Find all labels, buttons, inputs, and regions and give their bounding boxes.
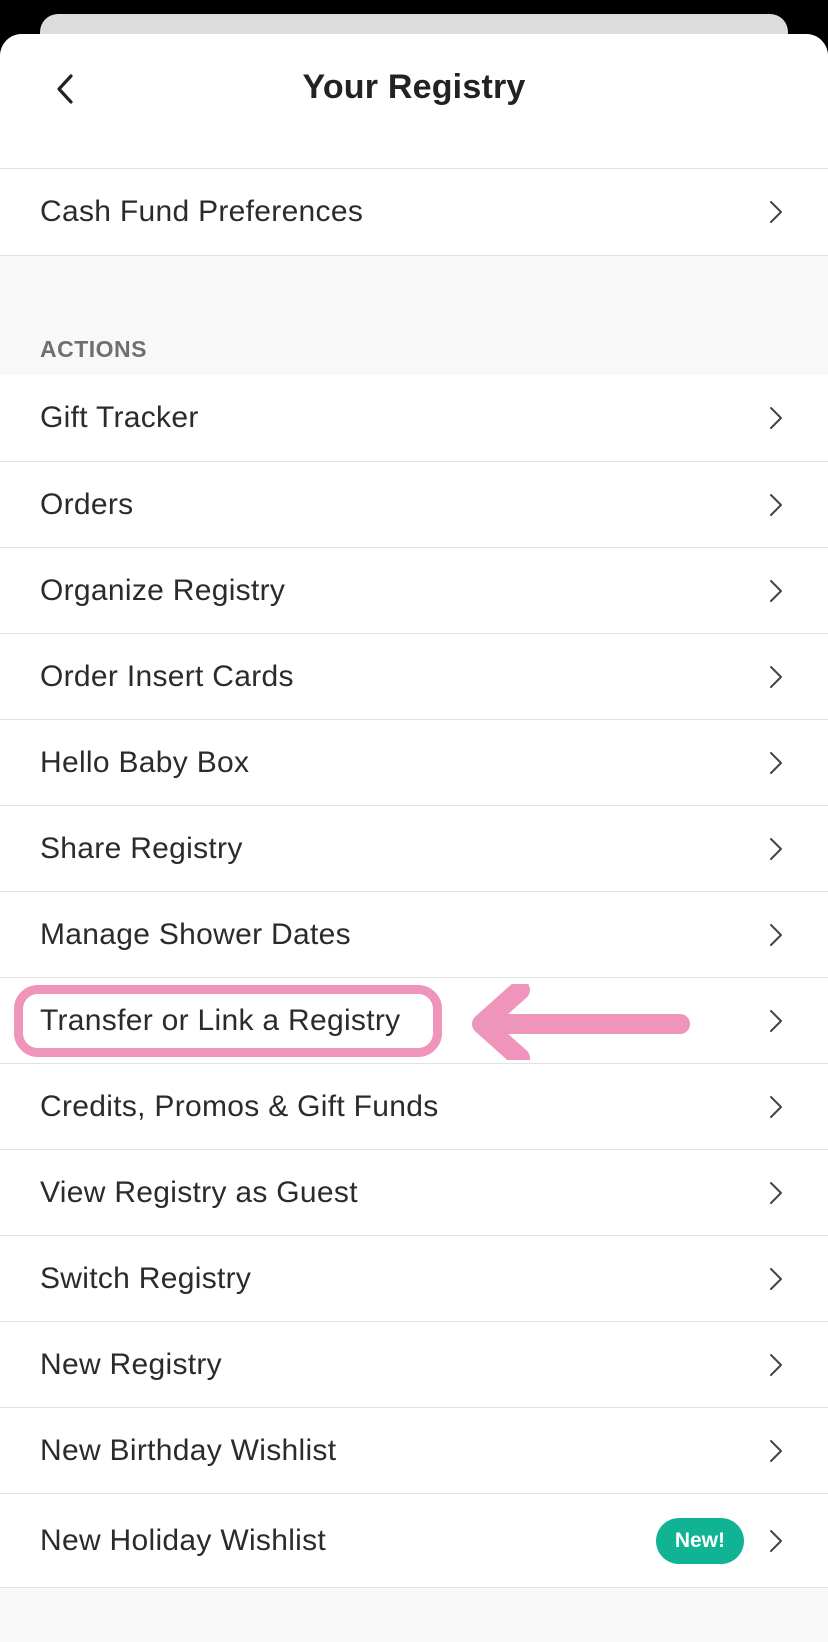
menu-item-switch-registry[interactable]: Switch Registry <box>0 1235 828 1321</box>
chevron-right-icon <box>770 1529 782 1552</box>
menu-item-new-registry[interactable]: New Registry <box>0 1321 828 1407</box>
menu-item-gift-tracker[interactable]: Gift Tracker <box>0 375 828 461</box>
menu-item-label: Hello Baby Box <box>40 745 250 779</box>
pointer-arrow-icon <box>472 984 690 1060</box>
chevron-right-icon <box>770 923 782 946</box>
chevron-right-icon <box>770 837 782 860</box>
menu-item-label: View Registry as Guest <box>40 1175 358 1209</box>
header: Your Registry <box>0 34 828 168</box>
section-label-actions: ACTIONS <box>40 336 147 362</box>
menu-item-label: Switch Registry <box>40 1261 252 1295</box>
chevron-right-icon <box>770 493 782 516</box>
menu-item-label: New Holiday Wishlist <box>40 1523 327 1557</box>
menu-item-label: New Registry <box>40 1347 222 1381</box>
menu-item-label: Manage Shower Dates <box>40 917 351 951</box>
menu-item-orders[interactable]: Orders <box>0 461 828 547</box>
menu-item-organize-registry[interactable]: Organize Registry <box>0 547 828 633</box>
chevron-right-icon <box>770 1267 782 1290</box>
page-title: Your Registry <box>302 68 526 106</box>
new-badge: New! <box>655 1517 744 1564</box>
menu-item-credits-promos-gift-funds[interactable]: Credits, Promos & Gift Funds <box>0 1063 828 1149</box>
chevron-right-icon <box>770 1181 782 1204</box>
chevron-right-icon <box>770 751 782 774</box>
menu-item-label: Orders <box>40 487 134 521</box>
menu-item-new-holiday-wishlist[interactable]: New Holiday Wishlist New! <box>0 1493 828 1587</box>
menu-item-cash-fund-preferences[interactable]: Cash Fund Preferences <box>0 169 828 255</box>
chevron-right-icon <box>770 201 782 223</box>
menu-item-new-birthday-wishlist[interactable]: New Birthday Wishlist <box>0 1407 828 1493</box>
menu-item-share-registry[interactable]: Share Registry <box>0 805 828 891</box>
menu-item-view-registry-as-guest[interactable]: View Registry as Guest <box>0 1149 828 1235</box>
menu-item-label: New Birthday Wishlist <box>40 1433 337 1467</box>
menu-item-label: Cash Fund Preferences <box>40 195 364 228</box>
chevron-right-icon <box>770 665 782 688</box>
chevron-right-icon <box>770 579 782 602</box>
menu-item-hello-baby-box[interactable]: Hello Baby Box <box>0 719 828 805</box>
menu-item-order-insert-cards[interactable]: Order Insert Cards <box>0 633 828 719</box>
menu-item-label: Organize Registry <box>40 573 286 607</box>
menu-item-label: Transfer or Link a Registry <box>40 1003 401 1037</box>
chevron-right-icon <box>770 1439 782 1462</box>
registry-sheet: Your Registry Cash Fund Preferences ACTI… <box>0 34 828 1642</box>
actions-list: Gift Tracker Orders Organize Registry Or… <box>0 375 828 1588</box>
chevron-right-icon <box>770 1353 782 1376</box>
menu-item-label: Credits, Promos & Gift Funds <box>40 1089 439 1123</box>
menu-item-manage-shower-dates[interactable]: Manage Shower Dates <box>0 891 828 977</box>
menu-item-label: Share Registry <box>40 831 243 865</box>
menu-item-transfer-or-link-registry[interactable]: Transfer or Link a Registry <box>0 977 828 1063</box>
chevron-right-icon <box>770 1095 782 1118</box>
chevron-right-icon <box>770 1009 782 1032</box>
menu-item-label: Gift Tracker <box>40 401 199 434</box>
menu-item-label: Order Insert Cards <box>40 659 294 693</box>
top-list: Cash Fund Preferences <box>0 168 828 256</box>
chevron-right-icon <box>770 407 782 429</box>
